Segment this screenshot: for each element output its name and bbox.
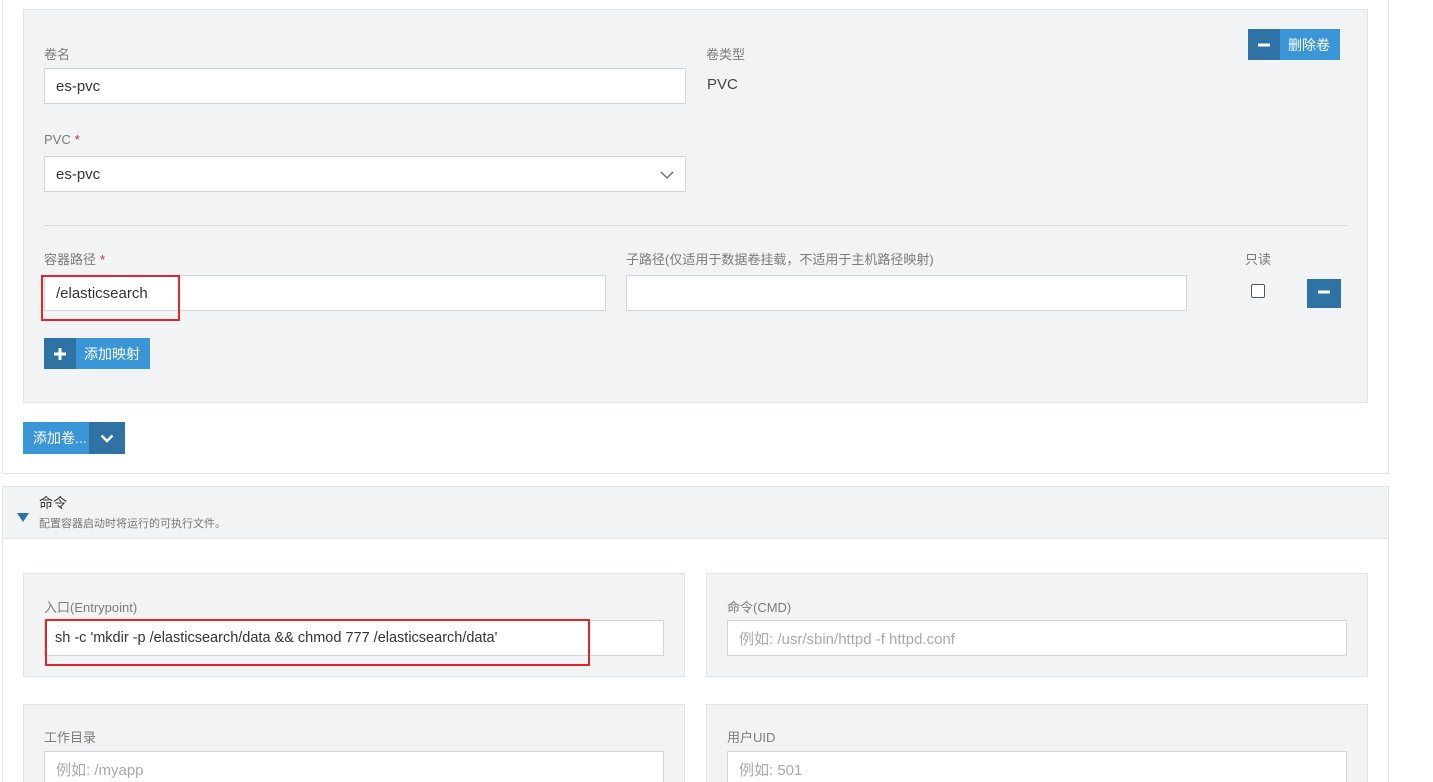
pvc-select[interactable]: es-pvc [44,156,686,192]
highlight-box [41,275,180,321]
highlight-box [45,619,590,666]
workdir-label: 工作目录 [44,730,97,745]
add-volume-button[interactable]: 添加卷... [23,422,125,454]
plus-icon [44,338,76,369]
readonly-label: 只读 [1245,252,1272,267]
command-section-subtitle: 配置容器启动时将运行的可执行文件。 [39,518,226,530]
required-mark: * [100,252,106,267]
chevron-down-icon [660,166,674,183]
delete-volume-button[interactable]: 删除卷 [1248,29,1340,60]
command-section-title: 命令 [39,495,67,511]
volume-name-input[interactable]: es-pvc [44,68,686,104]
required-mark: * [74,132,80,147]
divider [44,225,1347,226]
volume-type-label: 卷类型 [706,47,746,62]
minus-icon [1248,29,1280,60]
volume-type-value: PVC [707,76,738,93]
collapse-triangle-icon [17,509,29,527]
pvc-label-text: PVC [44,132,71,147]
add-mapping-button[interactable]: 添加映射 [44,338,150,369]
volume-name-label: 卷名 [44,47,71,62]
readonly-checkbox[interactable] [1251,284,1265,298]
entrypoint-label: 入口(Entrypoint) [44,600,138,615]
command-section-header[interactable]: 命令 配置容器启动时将运行的可执行文件。 [2,486,1389,539]
subpath-label: 子路径(仅适用于数据卷挂载，不适用于主机路径映射) [626,252,934,267]
minus-icon [1318,286,1330,301]
chevron-down-icon [89,422,125,454]
cmd-label: 命令(CMD) [727,600,792,615]
workdir-input[interactable]: 例如: /myapp [44,751,664,782]
uid-input[interactable]: 例如: 501 [727,751,1347,782]
add-mapping-label: 添加映射 [76,338,150,369]
uid-label: 用户UID [727,730,776,745]
subpath-input[interactable] [626,275,1187,311]
remove-mapping-button[interactable] [1307,279,1341,308]
cmd-input[interactable]: 例如: /usr/sbin/httpd -f httpd.conf [727,620,1347,656]
pvc-label: PVC * [44,132,80,147]
container-path-label: 容器路径 * [44,249,105,268]
pvc-select-value: es-pvc [56,165,101,183]
delete-volume-label: 删除卷 [1280,29,1340,60]
add-volume-label: 添加卷... [23,422,89,454]
container-path-label-text: 容器路径 [44,252,97,267]
